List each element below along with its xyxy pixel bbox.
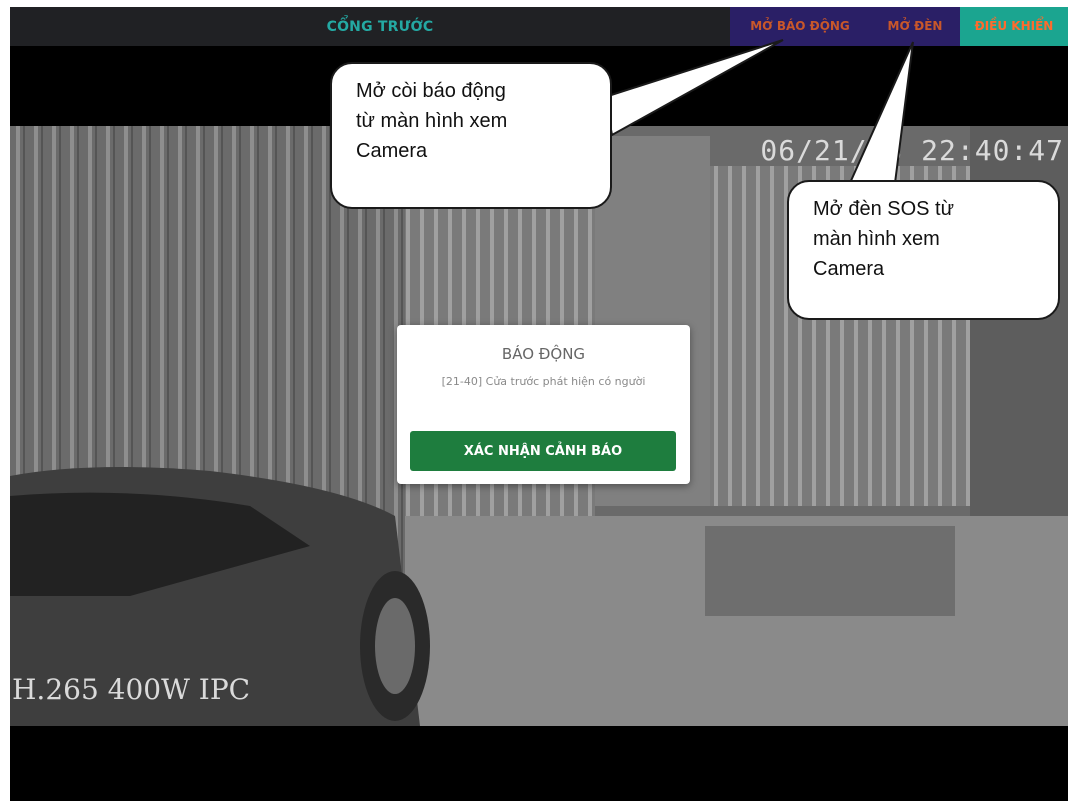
control-button[interactable]: ĐIỀU KHIỂN: [960, 7, 1068, 46]
top-bar: CỔNG TRƯỚC MỞ BÁO ĐỘNG MỞ ĐÈN ĐIỀU KHIỂN: [10, 7, 1068, 46]
light-callout-line3: Camera: [813, 258, 885, 280]
dialog-title: BÁO ĐỘNG: [501, 345, 586, 363]
camera-title: CỔNG TRƯỚC: [326, 19, 434, 35]
light-callout: Mở đèn SOS từ màn hình xem Camera: [787, 180, 1060, 320]
codec-overlay: H.265 400W IPC: [12, 673, 251, 706]
alarm-callout: Mở còi báo động từ màn hình xem Camera: [330, 62, 612, 209]
dialog-message: [21-40] Cửa trước phát hiện có người: [441, 375, 646, 388]
alarm-callout-line1: Mở còi báo động: [356, 80, 506, 102]
light-callout-line2: màn hình xem: [813, 228, 940, 250]
open-alarm-button[interactable]: MỞ BÁO ĐỘNG: [730, 7, 870, 46]
open-light-button[interactable]: MỞ ĐÈN: [870, 7, 960, 46]
confirm-alarm-button[interactable]: XÁC NHẬN CẢNH BÁO: [410, 431, 676, 471]
alarm-callout-line2: từ màn hình xem: [356, 110, 508, 132]
light-callout-line1: Mở đèn SOS từ: [813, 198, 954, 220]
timestamp-overlay: 06/21/ 3 22:40:47: [760, 134, 1064, 167]
alarm-dialog: BÁO ĐỘNG [21-40] Cửa trước phát hiện có …: [397, 325, 690, 484]
alarm-callout-line3: Camera: [356, 140, 428, 162]
